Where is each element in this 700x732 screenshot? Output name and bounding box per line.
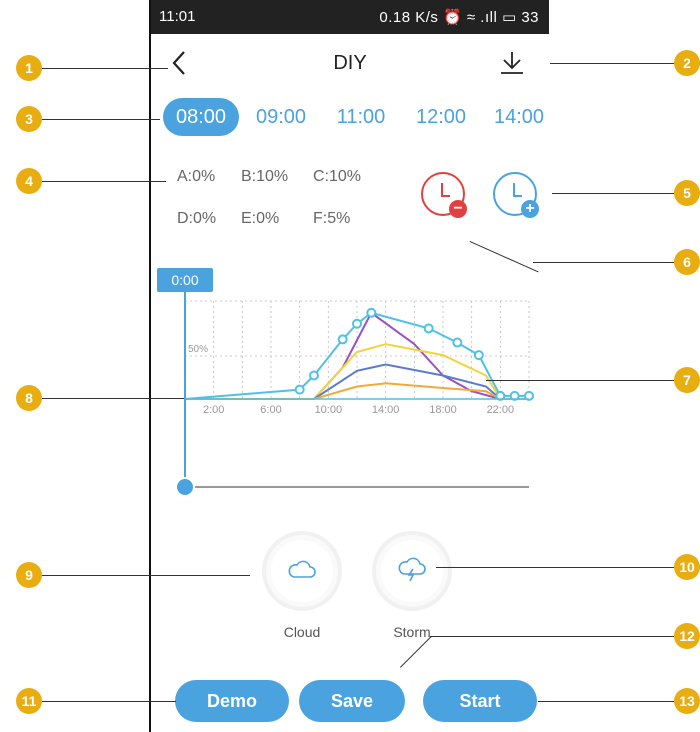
time-tab-0900[interactable]: 09:00	[245, 98, 317, 136]
status-time: 11:01	[159, 8, 196, 25]
y-tick-label: 50%	[188, 344, 208, 355]
callout-badge: 4	[16, 168, 42, 194]
cloud-icon	[288, 560, 316, 578]
status-bar: 11:01 0.18 K/s ⏰ ≈ .ıll ▭ 33	[151, 0, 549, 34]
leader-line	[486, 380, 674, 381]
chart-plot: 50% 2:00 6:00 10:00 14:00 18:00 22:00	[175, 291, 534, 497]
add-time-point-button[interactable]: +	[493, 172, 539, 218]
demo-button[interactable]: Demo	[175, 680, 289, 722]
callout-badge: 7	[674, 367, 700, 393]
callout-badge: 3	[16, 106, 42, 132]
callout-badge: 9	[16, 562, 42, 588]
storm-icon	[398, 557, 426, 582]
callout-badge: 12	[674, 623, 700, 649]
series-point	[473, 350, 484, 361]
start-button[interactable]: Start	[423, 680, 537, 722]
x-tick-label: 2:00	[203, 404, 224, 416]
x-tick-label: 14:00	[372, 404, 400, 416]
time-tab-0800[interactable]: 08:00	[163, 98, 239, 136]
leader-line	[42, 119, 160, 120]
download-icon	[501, 52, 523, 74]
callout-badge: 5	[674, 180, 700, 206]
phone-screen: 11:01 0.18 K/s ⏰ ≈ .ıll ▭ 33 DIY 08:00 0…	[151, 0, 549, 732]
cloud-effect[interactable]: Cloud	[267, 540, 337, 640]
channel-c: C:10%	[313, 168, 362, 185]
storm-effect-button[interactable]	[381, 540, 443, 602]
status-indicators: 0.18 K/s ⏰ ≈ .ıll ▭ 33	[379, 9, 539, 26]
channel-b: B:10%	[241, 168, 289, 185]
light-curve-chart: 0:00 50% 2:00 6:00 10:00 14:00 18:00 22:00	[151, 265, 549, 505]
callout-badge: 2	[674, 50, 700, 76]
minus-icon: −	[449, 200, 467, 218]
storm-label: Storm	[393, 624, 431, 640]
leader-line	[538, 701, 674, 702]
channel-d: D:0%	[177, 210, 217, 227]
series-point	[423, 323, 434, 334]
series-point	[309, 370, 319, 381]
leader-line	[430, 636, 674, 637]
time-tab-1200[interactable]: 12:00	[405, 98, 477, 136]
storm-effect[interactable]: Storm	[377, 540, 447, 640]
time-tab-1400[interactable]: 14:00	[483, 98, 555, 136]
x-tick-label: 18:00	[429, 404, 457, 416]
remove-time-point-button[interactable]: −	[421, 172, 467, 218]
channel-f: F:5%	[313, 210, 351, 227]
leader-line	[436, 567, 674, 568]
series-point	[294, 384, 305, 395]
callout-badge: 13	[674, 688, 700, 714]
cloud-label: Cloud	[283, 624, 321, 640]
series-point	[352, 318, 362, 329]
leader-line	[42, 181, 166, 182]
x-tick-label: 10:00	[315, 404, 343, 416]
time-slider-knob[interactable]	[175, 477, 195, 497]
callout-badge: 11	[16, 688, 42, 714]
plus-icon: +	[521, 200, 539, 218]
cloud-effect-button[interactable]	[271, 540, 333, 602]
series-point	[337, 334, 348, 345]
channel-e: E:0%	[241, 210, 280, 227]
x-tick-label: 6:00	[260, 404, 281, 416]
x-tick-label: 22:00	[487, 404, 515, 416]
leader-line	[42, 68, 168, 69]
callout-badge: 10	[674, 554, 700, 580]
time-tab-1100[interactable]: 11:00	[325, 98, 397, 136]
leader-line	[533, 262, 674, 263]
callout-badge: 6	[674, 249, 700, 275]
header: DIY	[151, 34, 549, 92]
page-title: DIY	[333, 52, 367, 74]
save-button[interactable]: Save	[299, 680, 405, 722]
leader-line	[550, 63, 674, 64]
callout-badge: 8	[16, 385, 42, 411]
leader-line	[42, 701, 176, 702]
leader-line	[42, 398, 184, 399]
leader-line	[42, 575, 250, 576]
channel-a: A:0%	[177, 168, 216, 185]
series-point	[366, 307, 377, 318]
time-point-tabs: 08:00 09:00 11:00 12:00 14:00	[159, 96, 549, 140]
callout-badge: 1	[16, 55, 42, 81]
leader-line	[552, 193, 674, 194]
download-button[interactable]	[497, 48, 527, 78]
series-point	[452, 337, 463, 348]
